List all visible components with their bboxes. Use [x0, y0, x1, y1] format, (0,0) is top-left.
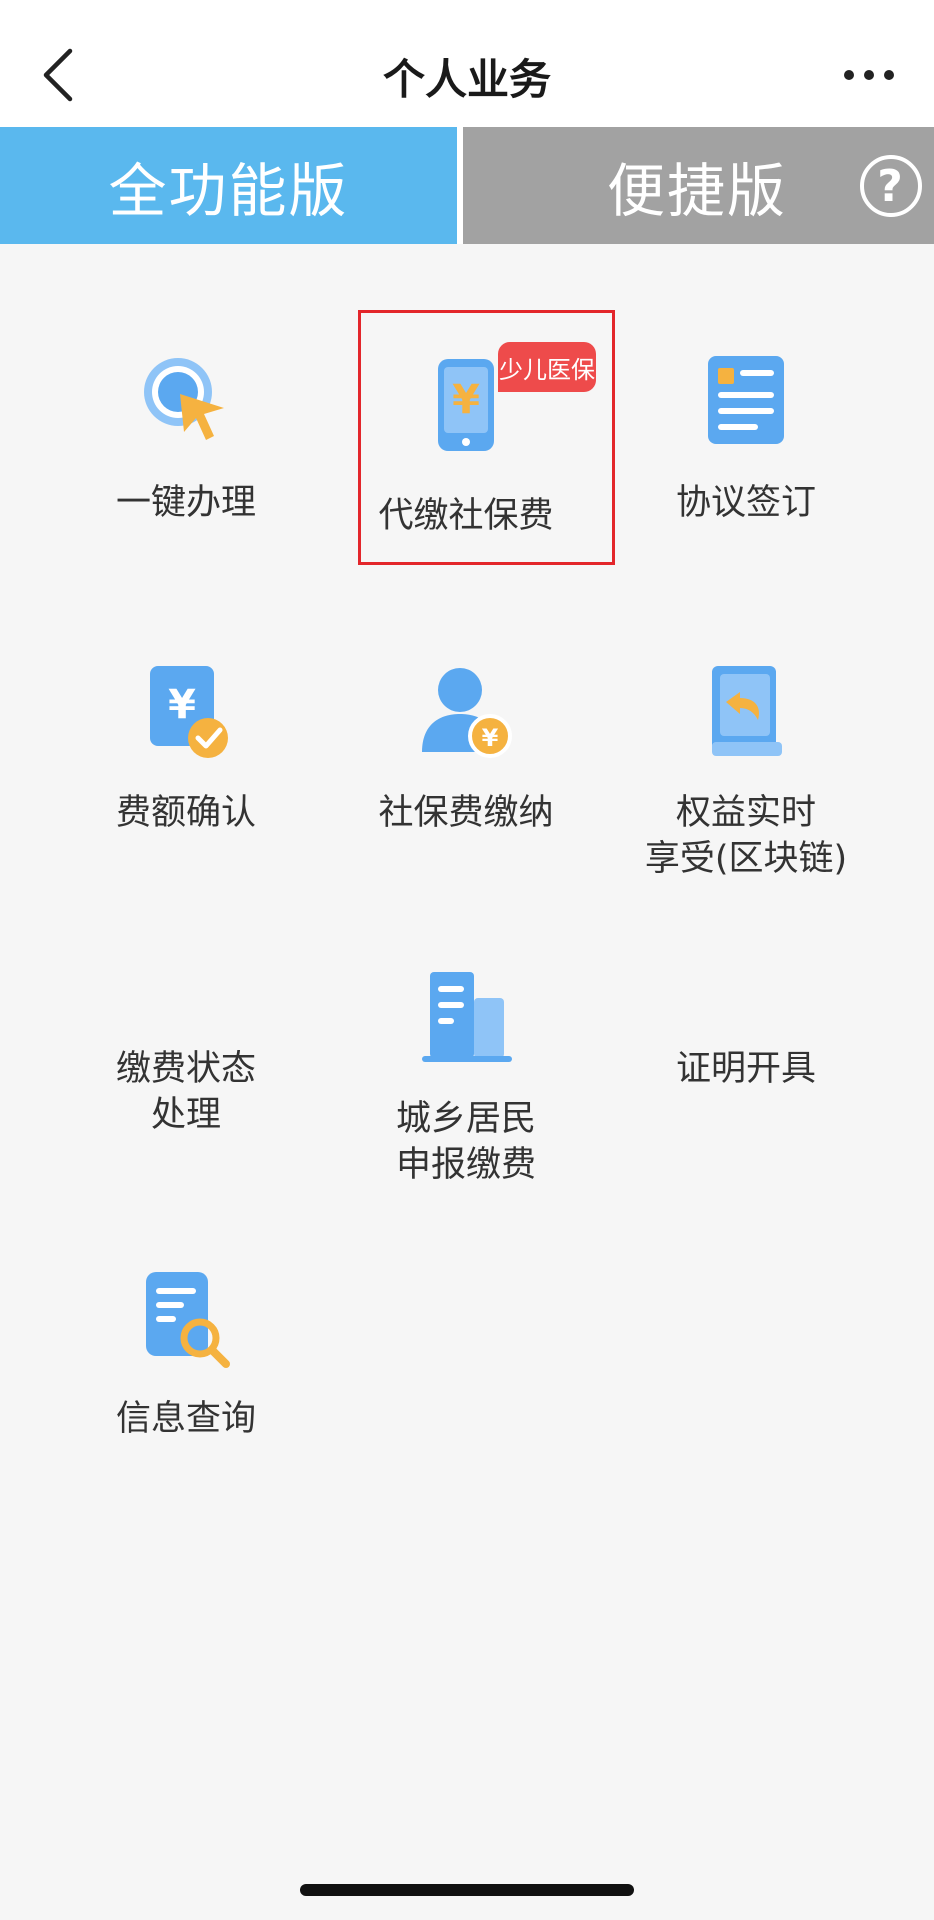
one-click-cursor-icon [136, 352, 236, 452]
service-item-info-query[interactable]: 信息查询 [46, 1268, 326, 1442]
version-tabs: 全功能版 便捷版 ? [0, 127, 934, 244]
question-icon: ? [877, 160, 905, 212]
more-dots-icon [844, 70, 894, 80]
document-icon [696, 352, 796, 452]
service-label: 一键办理 [115, 483, 256, 523]
certificate-icon-placeholder [696, 918, 796, 1018]
service-item-social-insurance-pay[interactable]: ¥ 社保费缴纳 [326, 662, 606, 836]
svg-text:¥: ¥ [482, 724, 499, 752]
help-button[interactable]: ? [860, 155, 922, 217]
svg-text:¥: ¥ [168, 682, 196, 728]
tab-quick-version[interactable]: 便捷版 ? [463, 127, 934, 244]
service-label: 证明开具 [675, 1049, 816, 1089]
yuan-check-icon: ¥ [136, 662, 236, 762]
service-item-one-click[interactable]: 一键办理 [46, 352, 326, 526]
payment-status-icon-placeholder [136, 918, 236, 1018]
service-item-agreement[interactable]: 协议签订 [606, 352, 886, 526]
service-item-fee-confirm[interactable]: ¥ 费额确认 [46, 662, 326, 836]
page-title: 个人业务 [382, 55, 551, 104]
phone-yuan-icon: ¥ [416, 355, 516, 455]
service-label: 社保费缴纳 [378, 793, 554, 833]
service-item-certificate[interactable]: 证明开具 [606, 918, 886, 1092]
user-yuan-icon: ¥ [416, 662, 516, 762]
svg-text:¥: ¥ [452, 377, 480, 423]
navbar: 个人业务 [0, 0, 934, 127]
home-indicator [300, 1884, 634, 1896]
service-item-rights-blockchain[interactable]: 权益实时 享受(区块链) [606, 662, 886, 882]
tab-full-version[interactable]: 全功能版 [0, 127, 457, 244]
more-button[interactable] [834, 50, 904, 100]
tab-quick-label: 便捷版 [607, 156, 788, 225]
service-item-payment-status[interactable]: 缴费状态 处理 [46, 918, 326, 1138]
service-label: 信息查询 [115, 1399, 256, 1439]
doc-search-icon [136, 1268, 236, 1368]
service-label: 城乡居民 申报缴费 [395, 1099, 536, 1185]
service-label: 协议签订 [675, 483, 816, 523]
service-item-urban-rural[interactable]: 城乡居民 申报缴费 [326, 968, 606, 1188]
service-label: 权益实时 享受(区块链) [644, 793, 848, 879]
service-item-proxy-payment[interactable]: ¥ 代缴社保费 [326, 355, 606, 539]
service-label: 费额确认 [115, 793, 256, 833]
building-icon [416, 968, 516, 1068]
service-label: 代缴社保费 [378, 496, 554, 536]
book-return-icon [696, 662, 796, 762]
service-label: 缴费状态 处理 [115, 1049, 256, 1135]
